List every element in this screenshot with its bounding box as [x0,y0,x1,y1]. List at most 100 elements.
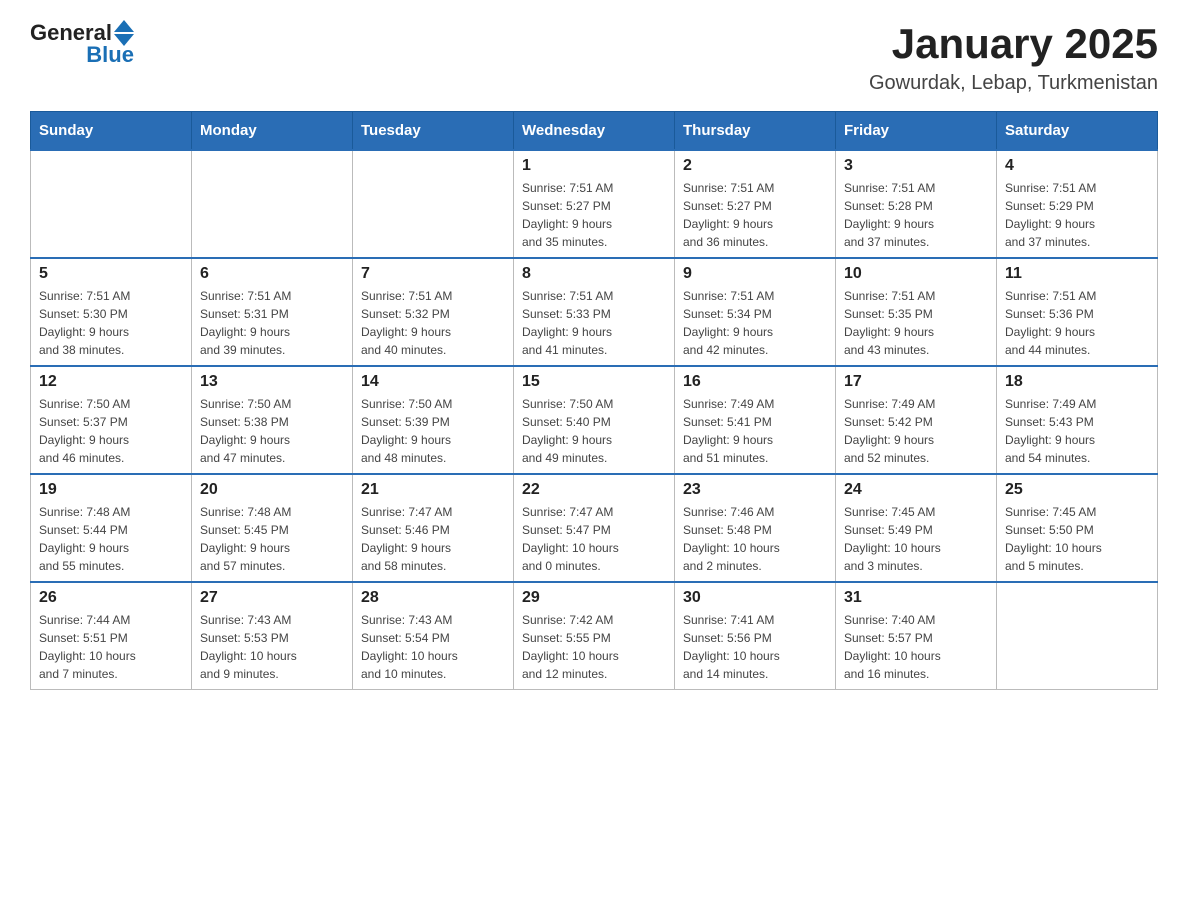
weekday-header-wednesday: Wednesday [514,112,675,151]
day-cell-17: 17 Sunrise: 7:49 AM Sunset: 5:42 PM Dayli… [836,366,997,474]
empty-cell [353,150,514,258]
day-number: 20 [200,481,344,499]
logo-blue-text: Blue [86,42,134,68]
day-cell-1: 1 Sunrise: 7:51 AM Sunset: 5:27 PM Daylig… [514,150,675,258]
day-number: 8 [522,265,666,283]
day-cell-10: 10 Sunrise: 7:51 AM Sunset: 5:35 PM Dayli… [836,258,997,366]
day-number: 2 [683,157,827,175]
day-number: 30 [683,589,827,607]
page-title: January 2025 [869,20,1158,68]
day-info: Sunrise: 7:51 AM Sunset: 5:28 PM Dayligh… [844,179,988,251]
day-cell-23: 23Sunrise: 7:46 AM Sunset: 5:48 PM Dayli… [675,474,836,582]
day-info: Sunrise: 7:42 AM Sunset: 5:55 PM Dayligh… [522,611,666,683]
day-cell-25: 25 Sunrise: 7:45 AM Sunset: 5:50 PM Dayli… [997,474,1158,582]
day-number: 16 [683,373,827,391]
day-info: Sunrise: 7:45 AM Sunset: 5:50 PM Dayligh… [1005,503,1149,575]
day-cell-21: 21 Sunrise: 7:47 AM Sunset: 5:46 PM Dayli… [353,474,514,582]
day-info: Sunrise: 7:43 AM Sunset: 5:54 PM Dayligh… [361,611,505,683]
day-number: 27 [200,589,344,607]
day-cell-26: 26 Sunrise: 7:44 AM Sunset: 5:51 PM Dayli… [31,582,192,690]
day-cell-12: 12 Sunrise: 7:50 AM Sunset: 5:37 PM Dayli… [31,366,192,474]
weekday-header-sunday: Sunday [31,112,192,151]
title-area: January 2025 Gowurdak, Lebap, Turkmenist… [869,20,1158,95]
day-cell-7: 7 Sunrise: 7:51 AM Sunset: 5:32 PM Daylig… [353,258,514,366]
day-info: Sunrise: 7:49 AM Sunset: 5:41 PM Dayligh… [683,395,827,467]
week-row-5: 26 Sunrise: 7:44 AM Sunset: 5:51 PM Dayli… [31,582,1158,690]
day-info: Sunrise: 7:43 AM Sunset: 5:53 PM Dayligh… [200,611,344,683]
day-info: Sunrise: 7:51 AM Sunset: 5:35 PM Dayligh… [844,287,988,359]
empty-cell [192,150,353,258]
empty-cell [997,582,1158,690]
week-row-1: 1 Sunrise: 7:51 AM Sunset: 5:27 PM Daylig… [31,150,1158,258]
day-info: Sunrise: 7:49 AM Sunset: 5:42 PM Dayligh… [844,395,988,467]
day-number: 19 [39,481,183,499]
day-number: 18 [1005,373,1149,391]
day-number: 24 [844,481,988,499]
day-info: Sunrise: 7:40 AM Sunset: 5:57 PM Dayligh… [844,611,988,683]
weekday-header-friday: Friday [836,112,997,151]
day-number: 10 [844,265,988,283]
day-number: 15 [522,373,666,391]
day-number: 21 [361,481,505,499]
day-info: Sunrise: 7:51 AM Sunset: 5:33 PM Dayligh… [522,287,666,359]
day-cell-4: 4 Sunrise: 7:51 AM Sunset: 5:29 PM Daylig… [997,150,1158,258]
day-info: Sunrise: 7:50 AM Sunset: 5:38 PM Dayligh… [200,395,344,467]
day-number: 6 [200,265,344,283]
logo: General Blue [30,20,134,68]
weekday-header-saturday: Saturday [997,112,1158,151]
day-info: Sunrise: 7:44 AM Sunset: 5:51 PM Dayligh… [39,611,183,683]
day-info: Sunrise: 7:49 AM Sunset: 5:43 PM Dayligh… [1005,395,1149,467]
day-cell-16: 16 Sunrise: 7:49 AM Sunset: 5:41 PM Dayli… [675,366,836,474]
day-number: 14 [361,373,505,391]
day-number: 25 [1005,481,1149,499]
week-row-3: 12 Sunrise: 7:50 AM Sunset: 5:37 PM Dayli… [31,366,1158,474]
day-info: Sunrise: 7:46 AM Sunset: 5:48 PM Dayligh… [683,503,827,575]
day-number: 12 [39,373,183,391]
day-number: 26 [39,589,183,607]
day-cell-15: 15 Sunrise: 7:50 AM Sunset: 5:40 PM Dayli… [514,366,675,474]
day-cell-5: 5Sunrise: 7:51 AM Sunset: 5:30 PM Daylig… [31,258,192,366]
day-cell-31: 31 Sunrise: 7:40 AM Sunset: 5:57 PM Dayli… [836,582,997,690]
day-info: Sunrise: 7:48 AM Sunset: 5:44 PM Dayligh… [39,503,183,575]
day-cell-20: 20 Sunrise: 7:48 AM Sunset: 5:45 PM Dayli… [192,474,353,582]
day-info: Sunrise: 7:41 AM Sunset: 5:56 PM Dayligh… [683,611,827,683]
day-cell-2: 2 Sunrise: 7:51 AM Sunset: 5:27 PM Daylig… [675,150,836,258]
day-number: 4 [1005,157,1149,175]
day-number: 29 [522,589,666,607]
day-number: 9 [683,265,827,283]
page-subtitle: Gowurdak, Lebap, Turkmenistan [869,72,1158,95]
day-number: 3 [844,157,988,175]
day-number: 17 [844,373,988,391]
day-cell-30: 30 Sunrise: 7:41 AM Sunset: 5:56 PM Dayli… [675,582,836,690]
day-cell-22: 22Sunrise: 7:47 AM Sunset: 5:47 PM Dayli… [514,474,675,582]
day-cell-14: 14Sunrise: 7:50 AM Sunset: 5:39 PM Dayli… [353,366,514,474]
day-number: 1 [522,157,666,175]
calendar-table: SundayMondayTuesdayWednesdayThursdayFrid… [30,111,1158,690]
day-info: Sunrise: 7:51 AM Sunset: 5:27 PM Dayligh… [522,179,666,251]
weekday-header-row: SundayMondayTuesdayWednesdayThursdayFrid… [31,112,1158,151]
day-cell-19: 19 Sunrise: 7:48 AM Sunset: 5:44 PM Dayli… [31,474,192,582]
weekday-header-thursday: Thursday [675,112,836,151]
day-cell-29: 29 Sunrise: 7:42 AM Sunset: 5:55 PM Dayli… [514,582,675,690]
day-number: 7 [361,265,505,283]
day-info: Sunrise: 7:51 AM Sunset: 5:29 PM Dayligh… [1005,179,1149,251]
day-number: 28 [361,589,505,607]
day-cell-24: 24Sunrise: 7:45 AM Sunset: 5:49 PM Dayli… [836,474,997,582]
day-cell-28: 28 Sunrise: 7:43 AM Sunset: 5:54 PM Dayli… [353,582,514,690]
weekday-header-tuesday: Tuesday [353,112,514,151]
day-info: Sunrise: 7:51 AM Sunset: 5:27 PM Dayligh… [683,179,827,251]
day-info: Sunrise: 7:50 AM Sunset: 5:40 PM Dayligh… [522,395,666,467]
day-info: Sunrise: 7:48 AM Sunset: 5:45 PM Dayligh… [200,503,344,575]
day-number: 13 [200,373,344,391]
day-info: Sunrise: 7:47 AM Sunset: 5:46 PM Dayligh… [361,503,505,575]
day-info: Sunrise: 7:51 AM Sunset: 5:30 PM Dayligh… [39,287,183,359]
day-info: Sunrise: 7:50 AM Sunset: 5:37 PM Dayligh… [39,395,183,467]
day-number: 22 [522,481,666,499]
day-cell-13: 13 Sunrise: 7:50 AM Sunset: 5:38 PM Dayli… [192,366,353,474]
weekday-header-monday: Monday [192,112,353,151]
day-cell-18: 18 Sunrise: 7:49 AM Sunset: 5:43 PM Dayli… [997,366,1158,474]
day-number: 31 [844,589,988,607]
day-info: Sunrise: 7:51 AM Sunset: 5:32 PM Dayligh… [361,287,505,359]
day-cell-9: 9Sunrise: 7:51 AM Sunset: 5:34 PM Daylig… [675,258,836,366]
day-cell-3: 3 Sunrise: 7:51 AM Sunset: 5:28 PM Daylig… [836,150,997,258]
